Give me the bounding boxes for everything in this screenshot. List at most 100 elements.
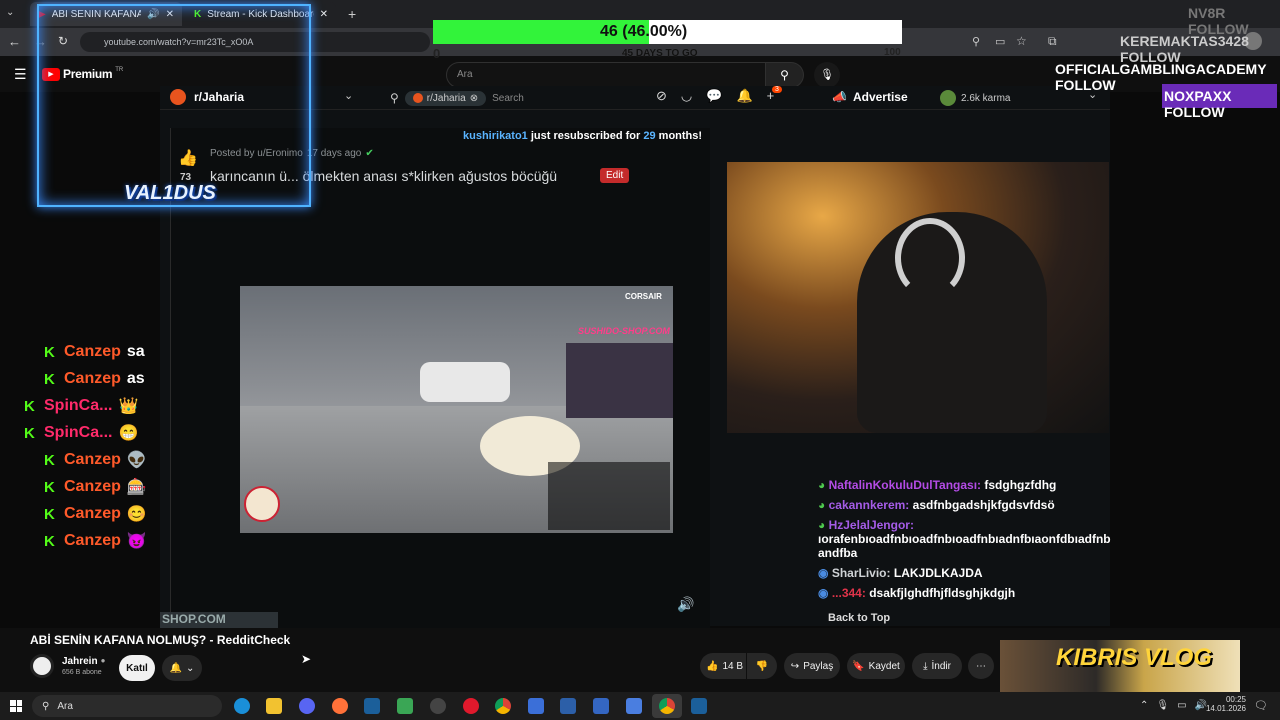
chat-badge-icon: ◕: [818, 518, 826, 532]
chat-message: LAKJDLKAJDA: [893, 566, 983, 580]
chat-badge-icon: ◉: [818, 586, 829, 600]
start-tile: [16, 700, 22, 706]
voice-search-button[interactable]: 🎙: [814, 62, 840, 88]
taskbar-search[interactable]: ⚲ Ara: [32, 695, 222, 717]
more-icon: ⋯: [976, 660, 986, 672]
advertise-label: Advertise: [852, 90, 908, 104]
start-tile: [10, 700, 16, 706]
kick-user: SpinCa...: [44, 424, 113, 441]
windows-start-icon[interactable]: [10, 700, 22, 712]
steam-icon[interactable]: [691, 698, 707, 714]
chat-user: HzJelalJengor:: [828, 518, 914, 532]
chat-user: SharLivio:: [831, 566, 891, 580]
channel-name-text: Jahrein: [62, 656, 98, 667]
kick-chat-line: K Canzep 😊: [44, 504, 147, 524]
subscribed-button[interactable]: 🔔 ⌄: [162, 655, 202, 681]
tab-list-button[interactable]: ⌄: [6, 7, 20, 21]
cast-icon[interactable]: ▭: [995, 35, 1005, 48]
dislike-button[interactable]: 👎: [747, 653, 777, 679]
join-button[interactable]: Katıl: [119, 655, 155, 681]
shop-banner: SHOP.COM: [160, 612, 278, 628]
chevron-down-icon: ⌄: [344, 90, 354, 102]
zoom-icon[interactable]: ⚲: [972, 35, 980, 48]
subreddit-chip-icon: [412, 93, 423, 103]
chat-message: asdfnbgadshjkfgdsvfdsö: [912, 498, 1055, 512]
kick-user: Canzep: [64, 370, 121, 387]
kick-icon: K: [44, 505, 55, 523]
megaphone-icon: 📣: [832, 90, 847, 104]
headset-shape: [895, 218, 965, 298]
app-icon[interactable]: [626, 698, 642, 714]
notification-icon[interactable]: 🗨: [1254, 699, 1268, 712]
bookmark-star-icon[interactable]: ☆: [1016, 34, 1027, 48]
share-icon: ↪: [790, 660, 800, 672]
save-button[interactable]: 🔖 Kaydet: [847, 653, 905, 679]
car-shape: [420, 362, 510, 402]
chevron-down-icon: ⌄: [186, 662, 195, 674]
download-button[interactable]: ⤓ İndir: [912, 653, 962, 679]
system-tray[interactable]: ⌃ 🎙 ▭ 🔊: [1140, 700, 1207, 711]
kick-icon: K: [24, 397, 35, 415]
kick-chat-line: K Canzep as: [44, 369, 145, 389]
thumbs-down-icon: 👎: [755, 660, 769, 672]
steam-icon[interactable]: [364, 698, 380, 714]
channel-name[interactable]: Jahrein ●: [62, 656, 105, 667]
edge-icon[interactable]: [234, 698, 250, 714]
resub-text: just resubscribed for: [530, 130, 641, 142]
chat-user: ...344:: [831, 586, 866, 600]
network-icon: ▭: [1177, 700, 1187, 711]
verified-icon: ●: [100, 656, 106, 665]
val-webcam-frame: [37, 4, 311, 207]
download-icon: ⤓: [923, 660, 928, 672]
close-icon: ⊗: [469, 92, 479, 104]
chat-line: ◕ HzJelalJengor: ıorafenbıoadfnbıoadfnbı…: [818, 518, 1111, 560]
follower-name: NV8R: [1188, 5, 1226, 21]
search-chip-label: r/Jaharia: [426, 92, 466, 104]
meme-site-text: SUSHIDO-SHOP.COM: [578, 326, 670, 336]
chat-line: ◕ NaftalinKokuluDulTangası: fsdghgzfdhg: [818, 478, 1118, 492]
firefox-icon[interactable]: [332, 698, 348, 714]
goal-max-label: 100: [884, 47, 901, 58]
chat-message: fsdghgzfdhg: [984, 478, 1057, 492]
app-icon[interactable]: [593, 698, 609, 714]
clock[interactable]: 00:25 14.01.2026: [1202, 695, 1246, 713]
goal-min-label: 0: [433, 46, 441, 61]
close-icon[interactable]: ✕: [320, 9, 328, 20]
meme-webcam: [566, 343, 673, 418]
karma-display: 2.6k karma: [940, 90, 1010, 106]
opera-icon[interactable]: [463, 698, 479, 714]
edit-badge: Edit: [600, 168, 630, 183]
kick-message: 🎰: [126, 479, 147, 496]
search-button[interactable]: ⚲: [766, 62, 804, 88]
chrome-icon[interactable]: [495, 698, 511, 714]
reddit-toolbar-icons: ⊘ ◡ 💬 🔔 +: [656, 88, 774, 104]
recommended-thumbnail[interactable]: KIBRIS VLOG: [1000, 640, 1240, 692]
notification-badge: 3: [772, 86, 782, 93]
resub-suffix: months!: [658, 130, 703, 142]
more-actions-button[interactable]: ⋯: [968, 653, 994, 679]
kick-chat-line: K Canzep 👽: [44, 450, 147, 470]
youtube-search-input[interactable]: Ara: [446, 62, 766, 88]
chrome-icon[interactable]: [659, 698, 675, 714]
menu-icon[interactable]: ☰: [14, 66, 27, 83]
chat-user: cakannkerem:: [828, 498, 910, 512]
share-button[interactable]: ↪ Paylaş: [784, 653, 840, 679]
back-icon[interactable]: ←: [8, 34, 21, 49]
shield-icon: ◡: [680, 88, 693, 103]
like-button[interactable]: 👍 14 B: [700, 653, 746, 679]
app-icon[interactable]: [397, 698, 413, 714]
new-tab-button[interactable]: +: [348, 6, 356, 22]
file-explorer-icon[interactable]: [266, 698, 282, 714]
search-chip: r/Jaharia ⊗: [404, 90, 487, 106]
app-icon[interactable]: [528, 698, 544, 714]
discord-icon[interactable]: [299, 698, 315, 714]
kick-icon: K: [24, 424, 35, 442]
chat-user: NaftalinKokuluDulTangası:: [828, 478, 982, 492]
app-icon[interactable]: [560, 698, 576, 714]
kick-icon: K: [44, 478, 55, 496]
app-icon[interactable]: [430, 698, 446, 714]
microphone-icon: 🎙: [1156, 700, 1170, 711]
kick-icon: K: [44, 451, 55, 469]
channel-avatar[interactable]: [30, 654, 54, 678]
extensions-icon[interactable]: ⧉: [1048, 34, 1057, 49]
